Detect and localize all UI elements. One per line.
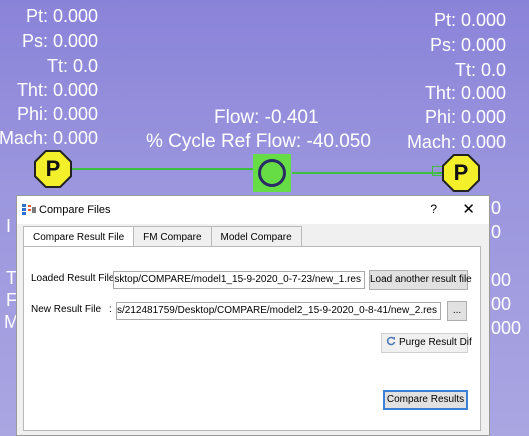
right-mach-value: Mach: 0.000 [406,132,506,152]
loaded-result-file-label: Loaded Result File : [31,273,120,284]
right-pt-value: Pt: 0.000 [433,10,506,30]
refresh-icon [386,336,396,346]
tab-model-compare[interactable]: Model Compare [210,226,302,247]
new-result-file-field[interactable]: C:/Users/212481759/Desktop/COMPARE/model… [116,302,441,320]
flow-connection-right [292,172,442,174]
right-tht-value: Tht: 0.000 [424,83,506,103]
purge-result-dif-button[interactable]: Purge Result Dif [381,333,472,353]
flow-node-ring [258,159,286,187]
tab-compare-result-file[interactable]: Compare Result File [23,226,135,248]
tab-fm-compare[interactable]: FM Compare [133,226,212,247]
browse-button[interactable]: ... [447,301,467,321]
left-probe-icon[interactable]: P [36,152,70,186]
right-probe-label: P [453,160,469,185]
behind-fragment-0-mid: 0 [491,222,502,242]
left-tht-value: Tht: 0.000 [16,80,98,100]
left-phi-value: Phi: 0.000 [16,104,98,124]
left-mach-value: Mach: 0.000 [0,128,98,148]
help-button[interactable]: ? [430,202,437,216]
behind-fragment-00-b: 00 [491,294,512,314]
right-ps-value: Ps: 0.000 [429,35,506,55]
flow-connection-left [72,168,254,170]
load-another-result-file-button[interactable]: Load another result file [369,270,472,290]
right-phi-value: Phi: 0.000 [424,107,506,127]
left-probe-label: P [45,156,61,181]
right-probe-icon[interactable]: P [444,156,478,190]
new-result-file-colon: : [109,304,112,315]
behind-fragment-0-top: 0 [491,198,502,218]
dialog-titlebar[interactable]: Compare Files ? ✕ [17,196,489,224]
app-icon [22,204,36,215]
left-ps-value: Ps: 0.000 [21,31,98,51]
new-result-file-label: New Result File [31,304,102,315]
dialog-title: Compare Files [39,204,111,216]
dialog-tabs: Compare Result File FM Compare Model Com… [23,226,302,248]
left-tt-value: Tt: 0.0 [46,56,98,76]
compare-files-dialog: Compare Files ? ✕ Compare Result File FM… [16,195,490,436]
purge-result-dif-label: Purge Result Dif [399,337,472,348]
behind-fragment-00-a: 00 [491,270,512,290]
behind-fragment-000: 000 [491,318,522,338]
compare-results-button[interactable]: Compare Results [383,390,468,410]
flow-value: Flow: -0.401 [214,107,319,128]
flow-node-icon[interactable] [253,154,291,192]
loaded-result-file-value: C:/Users/212481759/Desktop/COMPARE/model… [114,274,361,285]
right-tt-value: Tt: 0.0 [454,60,506,80]
cycle-ref-flow-value: % Cycle Ref Flow: -40.050 [146,131,371,152]
new-result-file-value: C:/Users/212481759/Desktop/COMPARE/model… [116,305,437,316]
compare-result-file-pane: Loaded Result File : C:/Users/212481759/… [23,246,481,431]
loaded-result-file-field[interactable]: C:/Users/212481759/Desktop/COMPARE/model… [113,271,365,289]
left-pt-value: Pt: 0.000 [25,6,98,26]
behind-fragment-i: I [6,216,12,236]
close-button[interactable]: ✕ [462,200,475,218]
